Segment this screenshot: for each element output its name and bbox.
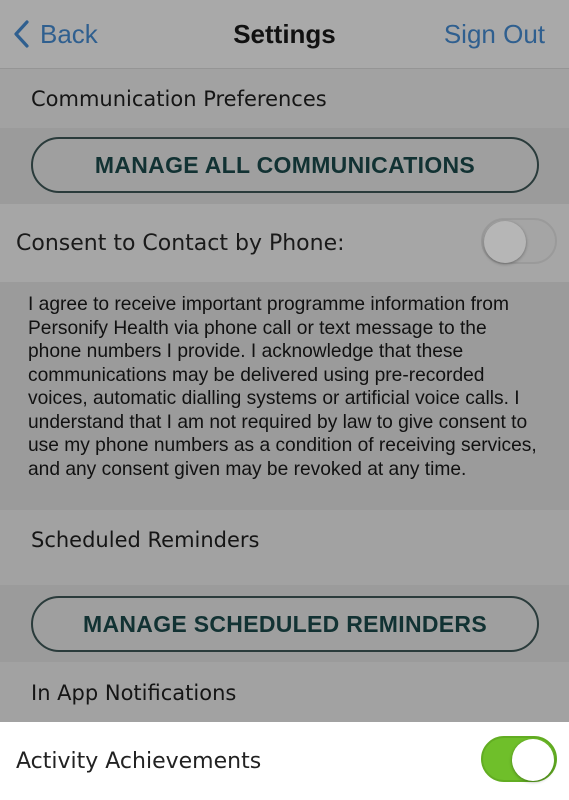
toggle-knob [512, 739, 554, 781]
consent-description: I agree to receive important programme i… [0, 282, 569, 510]
chevron-left-icon [14, 20, 29, 48]
manage-reminders-row: MANAGE SCHEDULED REMINDERS [0, 585, 569, 662]
settings-screen: Back Settings Sign Out Communication Pre… [0, 0, 569, 800]
manage-all-communications-button[interactable]: MANAGE ALL COMMUNICATIONS [31, 137, 539, 193]
manage-communications-row: MANAGE ALL COMMUNICATIONS [0, 128, 569, 204]
consent-phone-label: Consent to Contact by Phone: [16, 230, 345, 256]
consent-phone-toggle[interactable] [481, 218, 557, 264]
consent-phone-row: Consent to Contact by Phone: [0, 204, 569, 282]
section-header-communication: Communication Preferences [0, 69, 569, 128]
activity-achievements-toggle[interactable] [481, 736, 557, 782]
section-header-reminders: Scheduled Reminders [0, 510, 569, 585]
activity-achievements-row: Activity Achievements [0, 722, 569, 800]
back-button[interactable]: Back [12, 0, 98, 68]
back-label: Back [40, 18, 98, 49]
navigation-bar: Back Settings Sign Out [0, 0, 569, 69]
sign-out-button[interactable]: Sign Out [444, 0, 545, 68]
section-header-notifications: In App Notifications [0, 662, 569, 722]
toggle-knob [484, 221, 526, 263]
manage-scheduled-reminders-button[interactable]: MANAGE SCHEDULED REMINDERS [31, 596, 539, 652]
activity-achievements-label: Activity Achievements [16, 748, 262, 774]
